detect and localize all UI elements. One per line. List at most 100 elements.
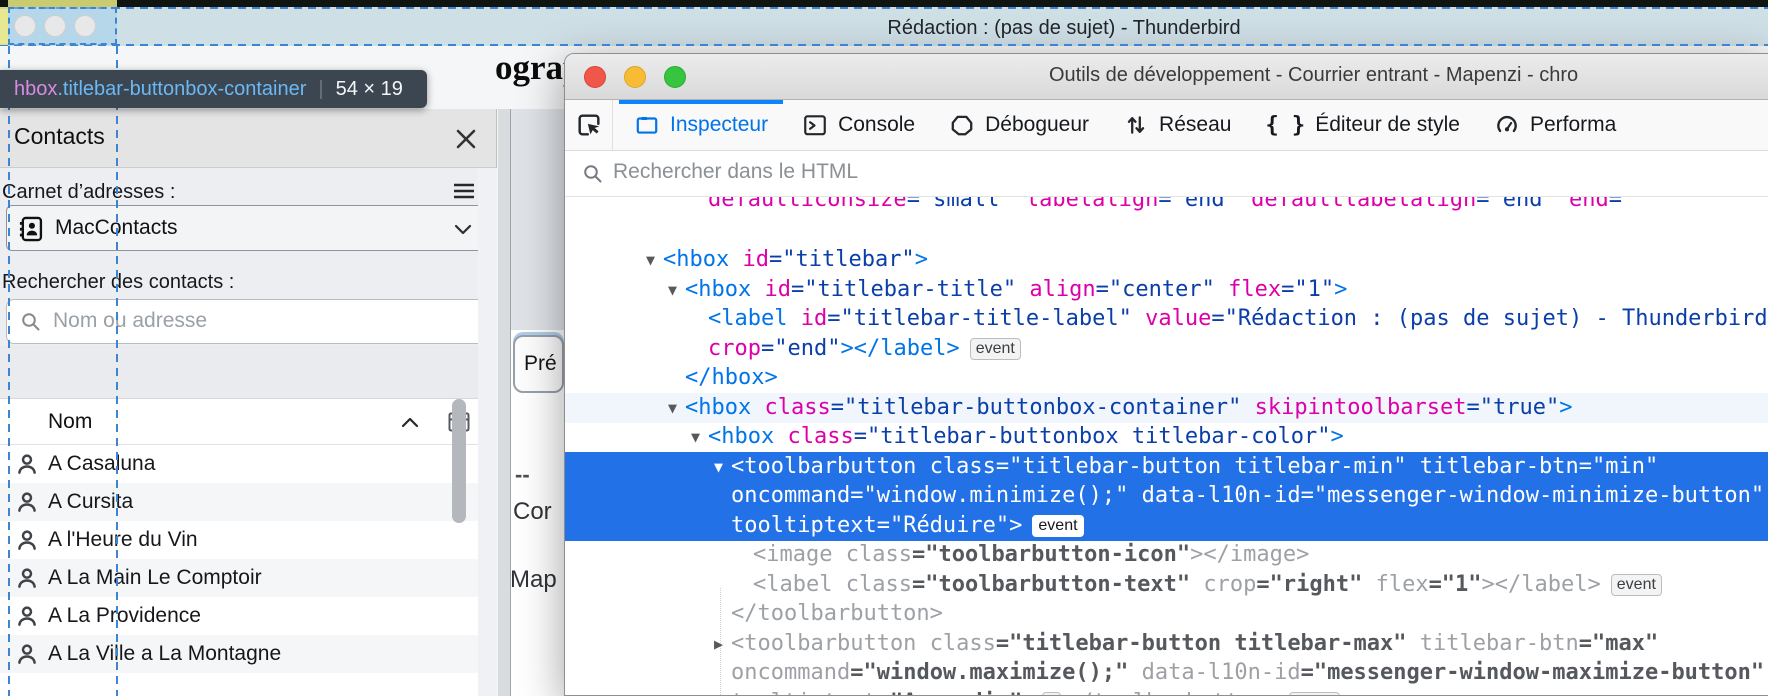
expand-arrow-icon[interactable]: ▼	[668, 393, 685, 423]
markup-token: crop	[1203, 571, 1257, 597]
markup-token	[1215, 277, 1228, 302]
markup-line[interactable]: tooltiptext="Réduire"> event	[565, 510, 1768, 541]
contact-row[interactable]: A Casaluna	[0, 445, 478, 483]
contact-name: A l'Heure du Vin	[48, 528, 198, 551]
markup-line[interactable]: <image class="toolbarbutton-icon"></imag…	[565, 540, 1768, 570]
markup-line[interactable]: oncommand="window.minimize();" data-l10n…	[565, 481, 1768, 511]
expand-arrow-icon[interactable]: ▼	[714, 452, 731, 482]
contacts-search-input[interactable]: Nom ou adresse	[6, 299, 488, 344]
devtools-search-bar[interactable]: Rechercher dans le HTML	[565, 151, 1768, 197]
markup-token	[1128, 483, 1141, 508]
markup-token	[1013, 197, 1026, 212]
window-button-minimize[interactable]	[44, 15, 66, 37]
markup-token: <toolbarbutton	[731, 453, 917, 479]
expand-arrow-icon[interactable]: ▼	[691, 422, 708, 452]
person-icon	[14, 565, 40, 591]
contact-row[interactable]: A l'Heure du Vin	[0, 521, 478, 559]
markup-token: ="	[1608, 197, 1636, 212]
markup-token: ="titlebar-buttonbox-container"	[830, 394, 1242, 420]
traffic-light-zoom[interactable]	[664, 66, 686, 88]
contact-row[interactable]: A La Providence	[0, 597, 478, 635]
markup-token	[1556, 197, 1569, 212]
markup-line[interactable]: <label id="titlebar-title-label" value="…	[565, 304, 1768, 334]
console-icon	[802, 112, 828, 138]
markup-token: class	[764, 394, 831, 420]
markup-line[interactable]: ▶ <toolbarbutton class="titlebar-button t…	[565, 629, 1768, 659]
markup-line[interactable]: ▼ <hbox id="titlebar-title" align="center…	[565, 275, 1768, 305]
expand-arrow-icon[interactable]: ▶	[714, 629, 731, 659]
markup-line[interactable]: crop="end"></label> event	[565, 334, 1768, 364]
markup-token: oncommand	[731, 660, 851, 685]
traffic-light-minimize[interactable]	[624, 66, 646, 88]
markup-token: id	[800, 306, 828, 331]
markup-token	[751, 395, 764, 420]
markup-token: align	[1029, 276, 1096, 302]
event-badge[interactable]: event	[1288, 691, 1340, 695]
window-button-close[interactable]	[14, 15, 36, 37]
contact-row[interactable]: A La Ville a La Montagne	[0, 635, 478, 673]
markup-token: data-l10n-id	[1141, 483, 1301, 508]
tab-label: Éditeur de style	[1315, 113, 1460, 136]
markup-token: </toolbarbutton>	[1067, 690, 1279, 696]
markup-token: ="titlebar-title-label"	[827, 306, 1132, 331]
markup-line[interactable]: tooltiptext="Agrandir"> … </toolbarbutton>…	[565, 688, 1768, 696]
tab-inspecteur[interactable]: Inspecteur	[617, 100, 785, 150]
contact-row[interactable]: A La Main Le Comptoir	[0, 559, 478, 597]
close-icon[interactable]	[452, 125, 480, 153]
markup-line[interactable]: defaulticonsize="small" labelalign="end"…	[565, 197, 1768, 215]
name-column-header[interactable]: Nom	[48, 410, 92, 434]
tab-editeur[interactable]: { } Éditeur de style	[1248, 100, 1477, 150]
window-button-zoom[interactable]	[74, 15, 96, 37]
markup-line[interactable]: </toolbarbutton>	[565, 599, 1768, 629]
markup-token: ="window.minimize();"	[850, 483, 1129, 508]
markup-line[interactable]: <label class="toolbarbutton-text" crop="…	[565, 570, 1768, 600]
element-picker-button[interactable]	[565, 100, 613, 150]
markup-token: ="toolbarbutton-text"	[911, 571, 1191, 597]
tab-debogueur[interactable]: Débogueur	[932, 100, 1106, 150]
markup-line[interactable]: ▼ <toolbarbutton class="titlebar-button t…	[565, 451, 1768, 482]
markup-token: >	[1009, 512, 1023, 538]
markup-token	[916, 454, 929, 479]
contacts-list-header[interactable]: Nom	[0, 398, 497, 445]
address-book-select[interactable]: MacContacts	[6, 205, 488, 251]
contacts-title: Contacts	[14, 123, 105, 149]
expand-arrow-icon[interactable]: ▼	[668, 275, 685, 305]
event-badge[interactable]: event	[1032, 514, 1084, 537]
markup-line[interactable]: oncommand="window.maximize();" data-l10n…	[565, 658, 1768, 688]
markup-line[interactable]: ▼ <hbox class="titlebar-buttonbox-contain…	[565, 392, 1768, 423]
markup-token	[1362, 572, 1375, 597]
markup-token: titlebar-btn	[1419, 453, 1579, 479]
tab-label: Débogueur	[985, 113, 1090, 136]
background-button-fragment[interactable]: Pré	[513, 335, 564, 393]
devtools-titlebar[interactable]: Outils de développement - Courrier entra…	[565, 54, 1768, 100]
thunderbird-window-title: Rédaction : (pas de sujet) - Thunderbird	[887, 17, 1241, 39]
markup-token: ="small"	[906, 197, 1013, 212]
collapsed-content-badge[interactable]: …	[1041, 691, 1061, 695]
markup-token	[729, 247, 742, 272]
event-badge[interactable]: event	[1610, 573, 1662, 596]
markup-token: </toolbarbutton>	[731, 601, 943, 626]
markup-line[interactable]: ▼ <hbox class="titlebar-buttonbox titleba…	[565, 422, 1768, 452]
event-badge[interactable]: event	[969, 337, 1021, 360]
tab-performance[interactable]: Performa	[1477, 100, 1633, 150]
tab-reseau[interactable]: Réseau	[1106, 100, 1248, 150]
markup-token	[832, 542, 845, 567]
markup-token	[751, 277, 764, 302]
traffic-light-close[interactable]	[584, 66, 606, 88]
screenshot-canvas: Rédaction : (pas de sujet) - Thunderbird…	[0, 0, 1768, 696]
markup-token: >	[1559, 394, 1573, 420]
address-book-selected-value: MacContacts	[55, 216, 178, 239]
markup-token: tooltiptext	[731, 690, 877, 696]
markup-token: ="titlebar"	[768, 247, 915, 272]
markup-token: ="Réduire"	[876, 512, 1010, 538]
markup-token: >	[1330, 424, 1344, 449]
expand-arrow-icon[interactable]: ▼	[646, 245, 663, 275]
markup-token: <hbox	[663, 247, 730, 272]
markup-line[interactable]: ▼ <hbox id="titlebar">	[565, 245, 1768, 275]
hamburger-menu-icon[interactable]	[450, 177, 478, 205]
tab-label: Réseau	[1159, 113, 1232, 136]
contact-row[interactable]: A Cursita	[0, 483, 478, 521]
tab-console[interactable]: Console	[785, 100, 932, 150]
markup-line[interactable]: </hbox>	[565, 363, 1768, 393]
contacts-scrollbar-thumb[interactable]	[452, 399, 466, 523]
